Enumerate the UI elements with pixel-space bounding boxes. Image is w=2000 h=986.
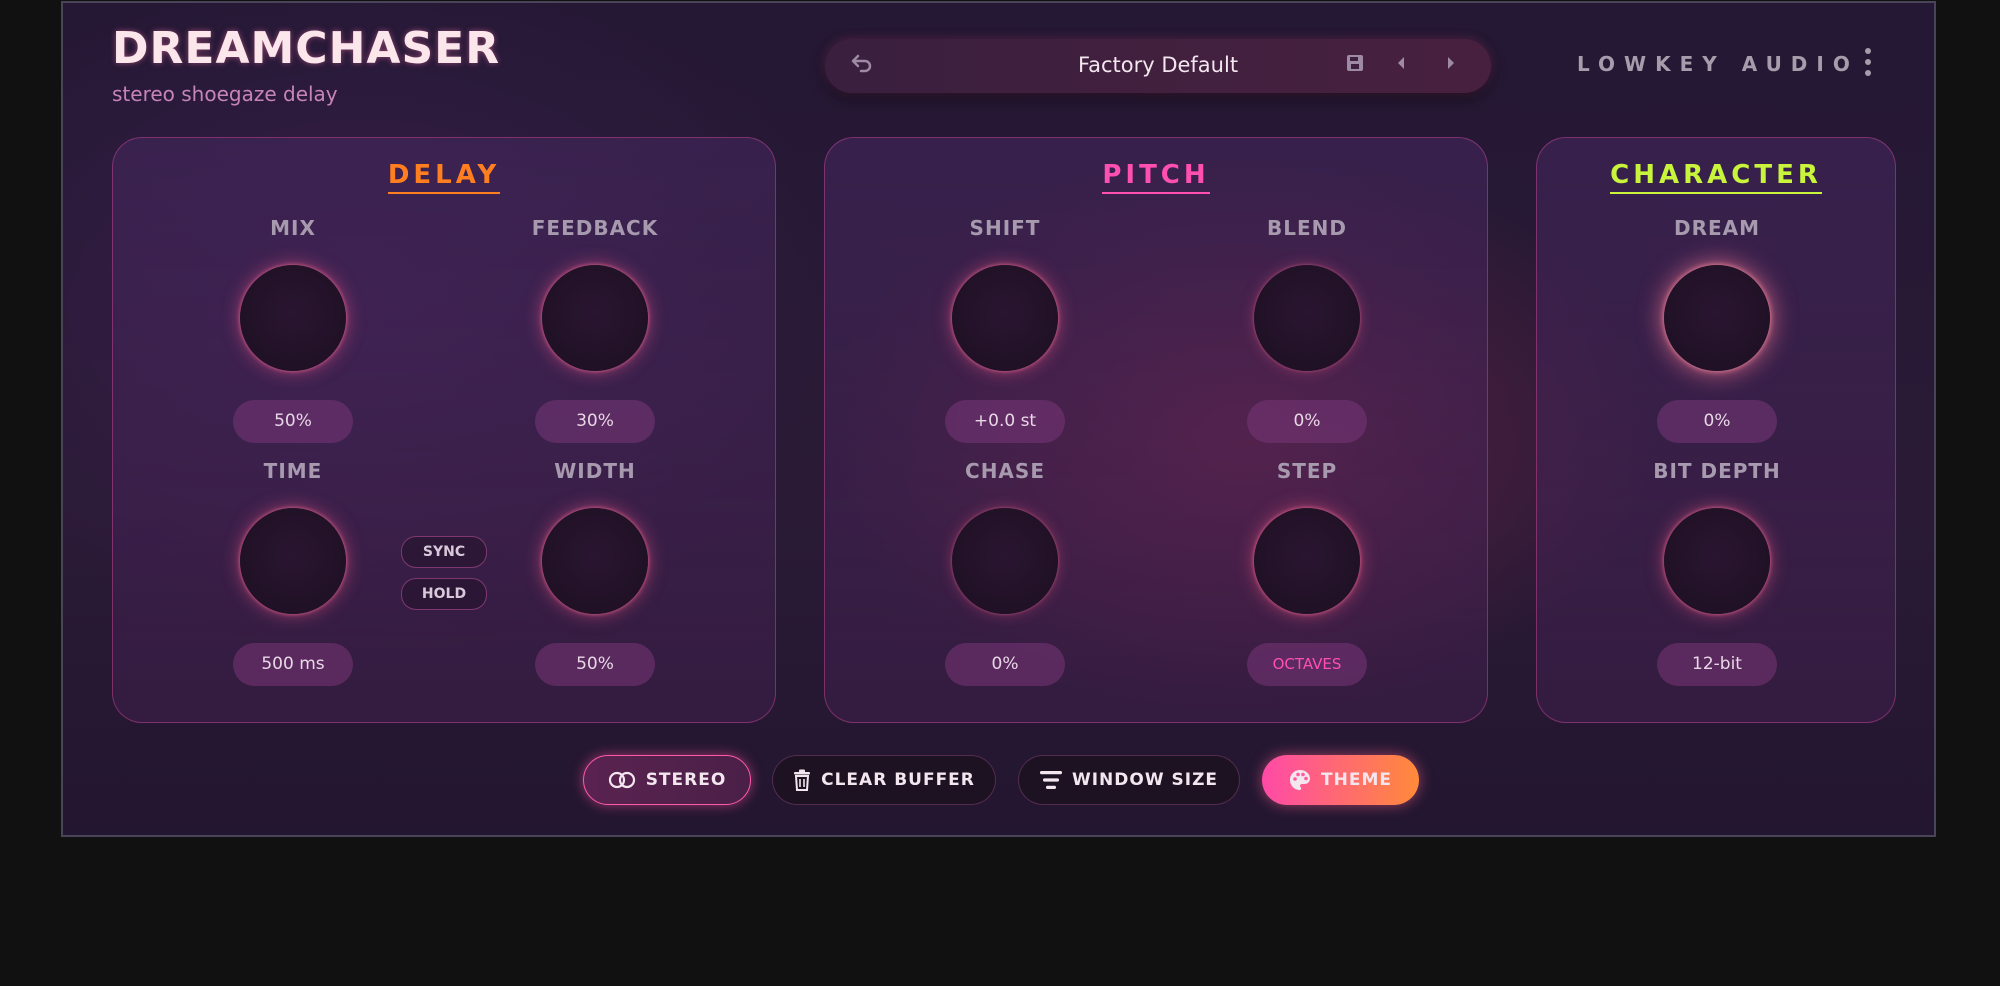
dream-value[interactable]: 0% bbox=[1657, 400, 1777, 443]
time-label: TIME bbox=[263, 459, 323, 483]
shift-label: SHIFT bbox=[969, 216, 1041, 240]
theme-label: THEME bbox=[1321, 770, 1392, 790]
brand-name: LOWKEY AUDIO bbox=[1577, 52, 1859, 76]
step-knob[interactable] bbox=[1254, 508, 1360, 614]
chase-label: CHASE bbox=[965, 459, 1045, 483]
mix-value[interactable]: 50% bbox=[233, 400, 353, 443]
width-label: WIDTH bbox=[554, 459, 636, 483]
character-panel: CHARACTER DREAM 0% BIT DEPTH 12-bit bbox=[1536, 137, 1896, 723]
plugin-window: DREAMCHASER stereo shoegaze delay Factor… bbox=[61, 1, 1936, 837]
pitch-panel-title: PITCH bbox=[825, 160, 1487, 194]
feedback-label: FEEDBACK bbox=[531, 216, 659, 240]
mix-label: MIX bbox=[270, 216, 316, 240]
time-knob[interactable] bbox=[240, 508, 346, 614]
character-panel-title: CHARACTER bbox=[1537, 160, 1895, 194]
stereo-button-label: STEREO bbox=[645, 770, 727, 790]
feedback-knob[interactable] bbox=[542, 265, 648, 371]
bit-depth-value[interactable]: 12-bit bbox=[1657, 643, 1777, 686]
delay-panel: DELAY MIX 50% FEEDBACK 30% TIME 500 ms S… bbox=[112, 137, 776, 723]
next-preset-icon[interactable] bbox=[1445, 53, 1457, 78]
width-value[interactable]: 50% bbox=[535, 643, 655, 686]
blend-label: BLEND bbox=[1267, 216, 1347, 240]
dream-knob[interactable] bbox=[1664, 265, 1770, 371]
clear-buffer-label: CLEAR BUFFER bbox=[821, 770, 975, 790]
stereo-button[interactable]: STEREO bbox=[583, 755, 751, 805]
app-title: DREAMCHASER bbox=[112, 23, 501, 74]
step-label: STEP bbox=[1276, 459, 1338, 483]
mix-knob[interactable] bbox=[240, 265, 346, 371]
previous-preset-icon[interactable] bbox=[1395, 53, 1407, 78]
chase-knob[interactable] bbox=[952, 508, 1058, 614]
pitch-panel: PITCH SHIFT +0.0 st BLEND 0% CHASE 0% ST… bbox=[824, 137, 1488, 723]
save-icon[interactable] bbox=[1346, 53, 1364, 78]
width-knob[interactable] bbox=[542, 508, 648, 614]
window-size-button[interactable]: WINDOW SIZE bbox=[1018, 755, 1240, 805]
bit-depth-label: BIT DEPTH bbox=[1653, 459, 1781, 483]
shift-knob[interactable] bbox=[952, 265, 1058, 371]
stereo-rings-icon bbox=[608, 771, 636, 789]
theme-button[interactable]: THEME bbox=[1262, 755, 1419, 805]
trash-icon bbox=[793, 769, 811, 791]
palette-icon bbox=[1289, 769, 1311, 791]
preset-bar: Factory Default bbox=[825, 39, 1491, 93]
hold-button[interactable]: HOLD bbox=[401, 578, 487, 610]
window-size-label: WINDOW SIZE bbox=[1071, 770, 1219, 790]
feedback-value[interactable]: 30% bbox=[535, 400, 655, 443]
sync-button[interactable]: SYNC bbox=[401, 536, 487, 568]
chase-value[interactable]: 0% bbox=[945, 643, 1065, 686]
window-size-icon bbox=[1039, 770, 1062, 790]
bit-depth-knob[interactable] bbox=[1664, 508, 1770, 614]
blend-knob[interactable] bbox=[1254, 265, 1360, 371]
delay-panel-title: DELAY bbox=[113, 160, 775, 194]
blend-value[interactable]: 0% bbox=[1247, 400, 1367, 443]
clear-buffer-button[interactable]: CLEAR BUFFER bbox=[772, 755, 996, 805]
preset-name[interactable]: Factory Default bbox=[825, 53, 1491, 77]
step-value[interactable]: OCTAVES bbox=[1247, 643, 1367, 686]
dream-label: DREAM bbox=[1673, 216, 1761, 240]
time-value[interactable]: 500 ms bbox=[233, 643, 353, 686]
shift-value[interactable]: +0.0 st bbox=[945, 400, 1065, 443]
more-menu-icon[interactable] bbox=[1865, 48, 1873, 81]
app-subtitle: stereo shoegaze delay bbox=[112, 82, 338, 106]
